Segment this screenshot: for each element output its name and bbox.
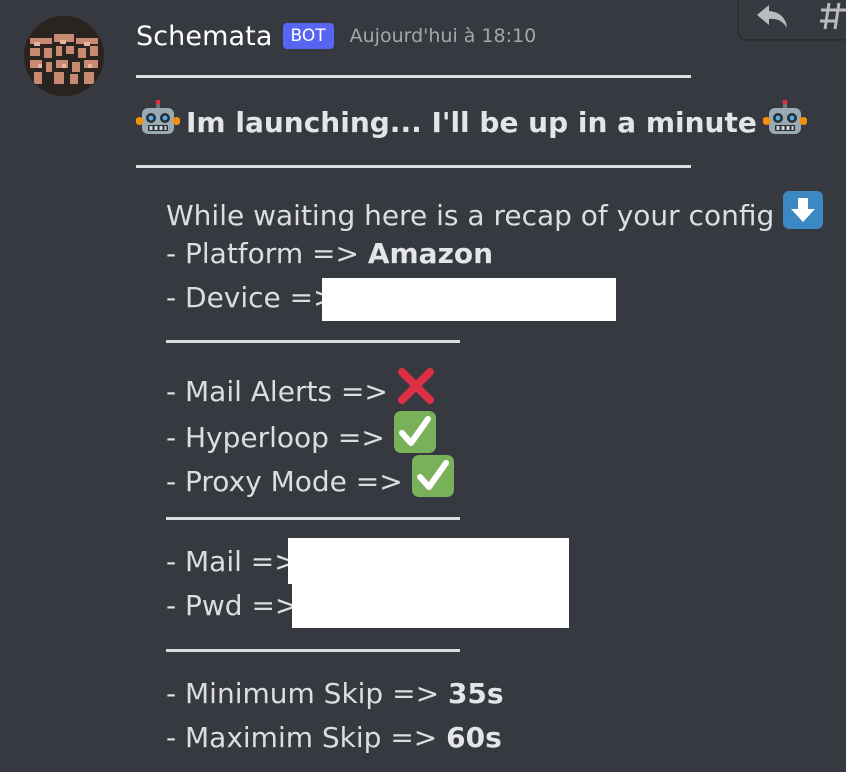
launch-title: Im launching... I'll be up in a minute: [135, 99, 808, 144]
max-skip-value: 60s: [446, 721, 502, 754]
separator-line: [166, 517, 460, 520]
pwd-label: - Pwd =>: [166, 589, 299, 622]
device-redacted: [322, 278, 616, 321]
launch-title-text: Im launching... I'll be up in a minute: [186, 105, 757, 139]
hyperloop-label: - Hyperloop =>: [166, 420, 385, 454]
device-label: - Device =>: [166, 281, 337, 314]
platform-label: - Platform =>: [166, 237, 359, 270]
max-skip-line: - Maximim Skip => 60s: [166, 718, 502, 758]
proxy-mode-label: - Proxy Mode =>: [166, 464, 403, 498]
message-timestamp[interactable]: Aujourd'hui à 18:10: [350, 25, 537, 47]
message-hover-toolbar: [738, 0, 846, 40]
robot-icon: [762, 99, 808, 144]
proxy-mode-line: - Proxy Mode =>: [166, 454, 455, 509]
platform-value: Amazon: [367, 237, 494, 270]
message-header: Schemata BOT Aujourd'hui à 18:10: [136, 16, 536, 56]
min-skip-label: - Minimum Skip =>: [166, 677, 440, 710]
separator-line: [136, 75, 691, 78]
platform-line: - Platform => Amazon: [166, 234, 493, 274]
mail-line: - Mail =>: [166, 542, 298, 582]
separator-line: [166, 649, 460, 652]
reply-icon[interactable]: [755, 1, 789, 31]
bot-badge: BOT: [282, 23, 334, 49]
recap-intro-text: While waiting here is a recap of your co…: [166, 198, 775, 232]
mail-label: - Mail =>: [166, 545, 298, 578]
author-name[interactable]: Schemata: [136, 21, 273, 52]
min-skip-value: 35s: [447, 677, 504, 710]
thread-icon[interactable]: [819, 1, 846, 31]
separator-line: [136, 165, 691, 168]
robot-icon: [135, 99, 181, 144]
separator-line: [166, 340, 460, 343]
device-line: - Device =>: [166, 278, 337, 318]
pwd-redacted: [292, 583, 569, 628]
down-arrow-icon: [782, 190, 824, 241]
bot-avatar[interactable]: [24, 16, 104, 96]
min-skip-line: - Minimum Skip => 35s: [166, 674, 504, 714]
pwd-line: - Pwd =>: [166, 586, 298, 626]
mail-redacted: [288, 538, 569, 584]
mail-alerts-label: - Mail Alerts =>: [166, 374, 388, 408]
check-mark-icon: [411, 454, 455, 509]
max-skip-label: - Maximim Skip =>: [166, 721, 438, 754]
